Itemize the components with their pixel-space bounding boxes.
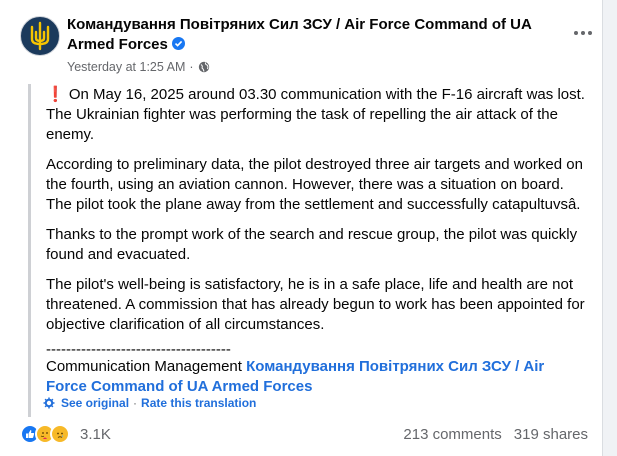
- reaction-count[interactable]: 3.1K: [80, 426, 111, 443]
- reaction-icons[interactable]: [20, 424, 70, 444]
- post-paragraph: ❗ On May 16, 2025 around 03.30 communica…: [46, 85, 588, 145]
- timestamp-link[interactable]: Yesterday at 1:25 AM: [67, 60, 185, 74]
- comments-count-link[interactable]: 213 comments: [403, 426, 501, 443]
- gear-icon: [43, 397, 55, 409]
- see-original-link[interactable]: See original: [61, 396, 129, 410]
- page-title[interactable]: Командування Повітряних Сил ЗСУ / Air Fo…: [67, 15, 537, 55]
- verified-badge-icon: [171, 37, 185, 50]
- shares-count-link[interactable]: 319 shares: [514, 426, 588, 443]
- post-footer: 3.1K 213 comments 319 shares: [20, 422, 590, 446]
- trident-logo-icon: [30, 21, 50, 51]
- globe-icon[interactable]: [198, 61, 210, 73]
- sad-reaction-icon: [50, 424, 70, 444]
- post-body: ❗ On May 16, 2025 around 03.30 communica…: [28, 84, 588, 417]
- translation-bar: See original · Rate this translation: [43, 396, 256, 410]
- meta-separator: ·: [189, 60, 194, 74]
- more-dot-icon: [574, 31, 578, 35]
- translation-separator: ·: [133, 396, 138, 410]
- post-paragraph: According to preliminary data, the pilot…: [46, 156, 583, 213]
- rate-translation-link[interactable]: Rate this translation: [141, 396, 256, 410]
- post-header: Командування Повітряних Сил ЗСУ / Air Fo…: [20, 14, 592, 74]
- post-paragraph: Thanks to the prompt work of the search …: [46, 226, 578, 263]
- engagement-stats: 213 comments 319 shares: [403, 426, 588, 443]
- post-meta: Yesterday at 1:25 AM ·: [67, 60, 210, 74]
- divider-line: -------------------------------------: [46, 341, 231, 358]
- avatar[interactable]: [20, 16, 60, 56]
- more-options-button[interactable]: [570, 23, 596, 43]
- paragraph-text: On May 16, 2025 around 03.30 communicati…: [46, 86, 585, 143]
- more-dot-icon: [581, 31, 585, 35]
- signature: Communication Management Командування По…: [46, 357, 588, 397]
- author-name[interactable]: Командування Повітряних Сил ЗСУ / Air Fo…: [67, 16, 531, 53]
- more-dot-icon: [588, 31, 592, 35]
- post-paragraph: The pilot's well-being is satisfactory, …: [46, 276, 585, 333]
- post-card: Командування Повітряних Сил ЗСУ / Air Fo…: [0, 0, 603, 456]
- signature-prefix: Communication Management: [46, 358, 242, 375]
- exclamation-icon: ❗: [46, 86, 65, 103]
